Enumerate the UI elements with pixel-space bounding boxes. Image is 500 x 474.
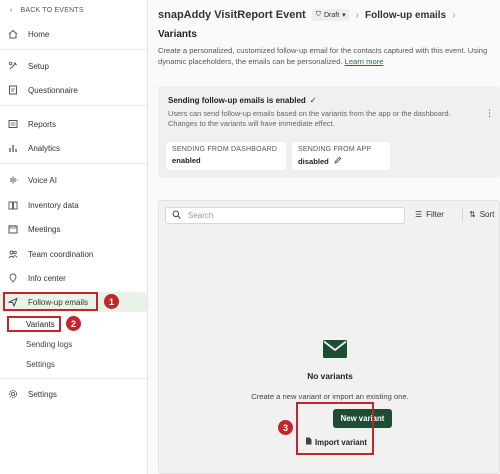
waveform-icon bbox=[8, 175, 18, 185]
search-icon bbox=[172, 210, 181, 221]
sidebar: ‹ BACK TO EVENTS Home Setup Questionnair… bbox=[0, 0, 148, 474]
step-badge-1: 1 bbox=[104, 294, 119, 309]
divider bbox=[0, 105, 147, 106]
sidebar-item-reports[interactable]: Reports bbox=[0, 114, 147, 134]
filter-button[interactable]: ☰ Filter bbox=[415, 210, 444, 219]
sidebar-item-label: Questionnaire bbox=[28, 85, 78, 95]
search-placeholder: Search bbox=[188, 211, 214, 220]
chevron-right-icon: › bbox=[355, 9, 359, 21]
sidebar-item-label: Inventory data bbox=[28, 200, 79, 210]
analytics-icon bbox=[8, 143, 18, 153]
sidebar-item-meetings[interactable]: Meetings bbox=[0, 219, 147, 239]
step-badge-3: 3 bbox=[278, 420, 293, 435]
divider bbox=[0, 378, 147, 379]
status-title: Sending follow-up emails is enabled ✓ bbox=[168, 96, 317, 105]
breadcrumb-current: Follow-up emails bbox=[365, 9, 447, 21]
more-options-icon[interactable]: ⋮ bbox=[485, 108, 494, 119]
empty-state-title: No variants bbox=[307, 371, 353, 381]
questionnaire-icon bbox=[8, 85, 18, 95]
import-variant-button[interactable]: Import variant bbox=[305, 437, 367, 447]
sidebar-item-label: Reports bbox=[28, 119, 57, 129]
variants-panel: Search ☰ Filter ⇅ Sort No variants Creat… bbox=[158, 200, 500, 474]
book-icon bbox=[8, 200, 18, 210]
sidebar-item-label: Analytics bbox=[28, 143, 61, 153]
sidebar-item-home[interactable]: Home bbox=[0, 24, 147, 44]
sidebar-item-label: Follow-up emails bbox=[28, 297, 89, 307]
back-label: BACK TO EVENTS bbox=[20, 7, 84, 14]
stat-label: SENDING FROM APP bbox=[298, 146, 372, 153]
gear-icon bbox=[8, 389, 18, 399]
sidebar-item-voice-ai[interactable]: Voice AI bbox=[0, 170, 147, 190]
sidebar-item-label: Home bbox=[28, 29, 50, 39]
sidebar-item-label: Team coordination bbox=[28, 249, 94, 259]
sidebar-item-settings[interactable]: Settings bbox=[0, 384, 147, 404]
import-variant-label: Import variant bbox=[315, 437, 367, 447]
import-file-icon bbox=[305, 437, 312, 447]
divider bbox=[0, 163, 147, 164]
chevron-left-icon: ‹ bbox=[10, 7, 13, 14]
sidebar-item-label: Meetings bbox=[28, 224, 61, 234]
sidebar-subitem-settings[interactable]: Settings bbox=[26, 360, 55, 369]
pencil-icon[interactable] bbox=[334, 156, 342, 166]
sidebar-subitem-sending-logs[interactable]: Sending logs bbox=[26, 340, 72, 349]
back-to-events-link[interactable]: ‹ BACK TO EVENTS bbox=[10, 7, 84, 14]
sidebar-item-analytics[interactable]: Analytics bbox=[0, 138, 147, 158]
sidebar-subitem-variants[interactable]: Variants bbox=[26, 320, 55, 329]
pin-icon bbox=[8, 273, 18, 283]
divider bbox=[0, 49, 147, 50]
header-bar: snapAddy VisitReport Event ⛉ Draft ▾ › F… bbox=[158, 9, 455, 21]
envelope-icon bbox=[323, 340, 347, 360]
sort-button[interactable]: ⇅ Sort bbox=[469, 210, 494, 219]
sidebar-item-team-coordination[interactable]: Team coordination bbox=[0, 244, 147, 264]
sidebar-item-info-center[interactable]: Info center bbox=[0, 268, 147, 288]
dashboard-sending-box: SENDING FROM DASHBOARD enabled bbox=[166, 142, 286, 170]
description-text: Create a personalized, customized follow… bbox=[158, 46, 488, 66]
sort-label: Sort bbox=[479, 210, 495, 219]
learn-more-link[interactable]: Learn more bbox=[345, 57, 384, 66]
team-icon bbox=[8, 249, 18, 259]
status-text: Users can send follow-up emails based on… bbox=[168, 109, 451, 128]
new-variant-button[interactable]: New variant bbox=[333, 409, 392, 428]
caret-down-icon: ▾ bbox=[342, 12, 346, 19]
filter-label: Filter bbox=[426, 210, 444, 219]
search-input[interactable]: Search bbox=[165, 207, 405, 224]
sort-icon: ⇅ bbox=[469, 210, 476, 219]
sidebar-item-setup[interactable]: Setup bbox=[0, 56, 147, 76]
reports-icon bbox=[8, 119, 18, 129]
divider bbox=[462, 209, 463, 221]
home-icon bbox=[8, 29, 18, 39]
stat-value-row: disabled bbox=[298, 156, 384, 166]
draft-label: Draft bbox=[323, 11, 340, 19]
calendar-icon bbox=[8, 224, 18, 234]
sidebar-item-label: Setup bbox=[28, 61, 49, 71]
main-content: snapAddy VisitReport Event ⛉ Draft ▾ › F… bbox=[148, 0, 500, 474]
tools-icon bbox=[8, 61, 18, 71]
event-name: snapAddy VisitReport Event bbox=[158, 9, 306, 21]
sidebar-item-label: Settings bbox=[28, 389, 57, 399]
status-title-text: Sending follow-up emails is enabled bbox=[168, 96, 306, 105]
app-sending-box: SENDING FROM APP disabled bbox=[292, 142, 390, 170]
check-icon: ✓ bbox=[309, 96, 317, 105]
stat-label: SENDING FROM DASHBOARD bbox=[172, 146, 278, 153]
tag-icon: ⛉ bbox=[315, 11, 321, 18]
sidebar-item-inventory-data[interactable]: Inventory data bbox=[0, 195, 147, 215]
sidebar-item-label: Voice AI bbox=[28, 175, 57, 185]
sidebar-item-label: Info center bbox=[28, 273, 66, 283]
step-badge-2: 2 bbox=[66, 316, 81, 331]
page-title: Variants bbox=[158, 29, 197, 40]
chevron-right-icon: › bbox=[452, 9, 456, 21]
sidebar-item-questionnaire[interactable]: Questionnaire bbox=[0, 80, 147, 100]
status-card: Sending follow-up emails is enabled ✓ Us… bbox=[158, 86, 500, 178]
filter-icon: ☰ bbox=[415, 210, 423, 219]
empty-state-text: Create a new variant or import an existi… bbox=[251, 392, 409, 401]
page-description: Create a personalized, customized follow… bbox=[158, 45, 500, 67]
stat-value: enabled bbox=[172, 156, 201, 165]
draft-status-dropdown[interactable]: ⛉ Draft ▾ bbox=[311, 9, 350, 21]
send-icon bbox=[8, 297, 18, 307]
stat-value: disabled bbox=[298, 156, 329, 166]
sidebar-item-follow-up-emails[interactable]: Follow-up emails bbox=[0, 292, 147, 312]
